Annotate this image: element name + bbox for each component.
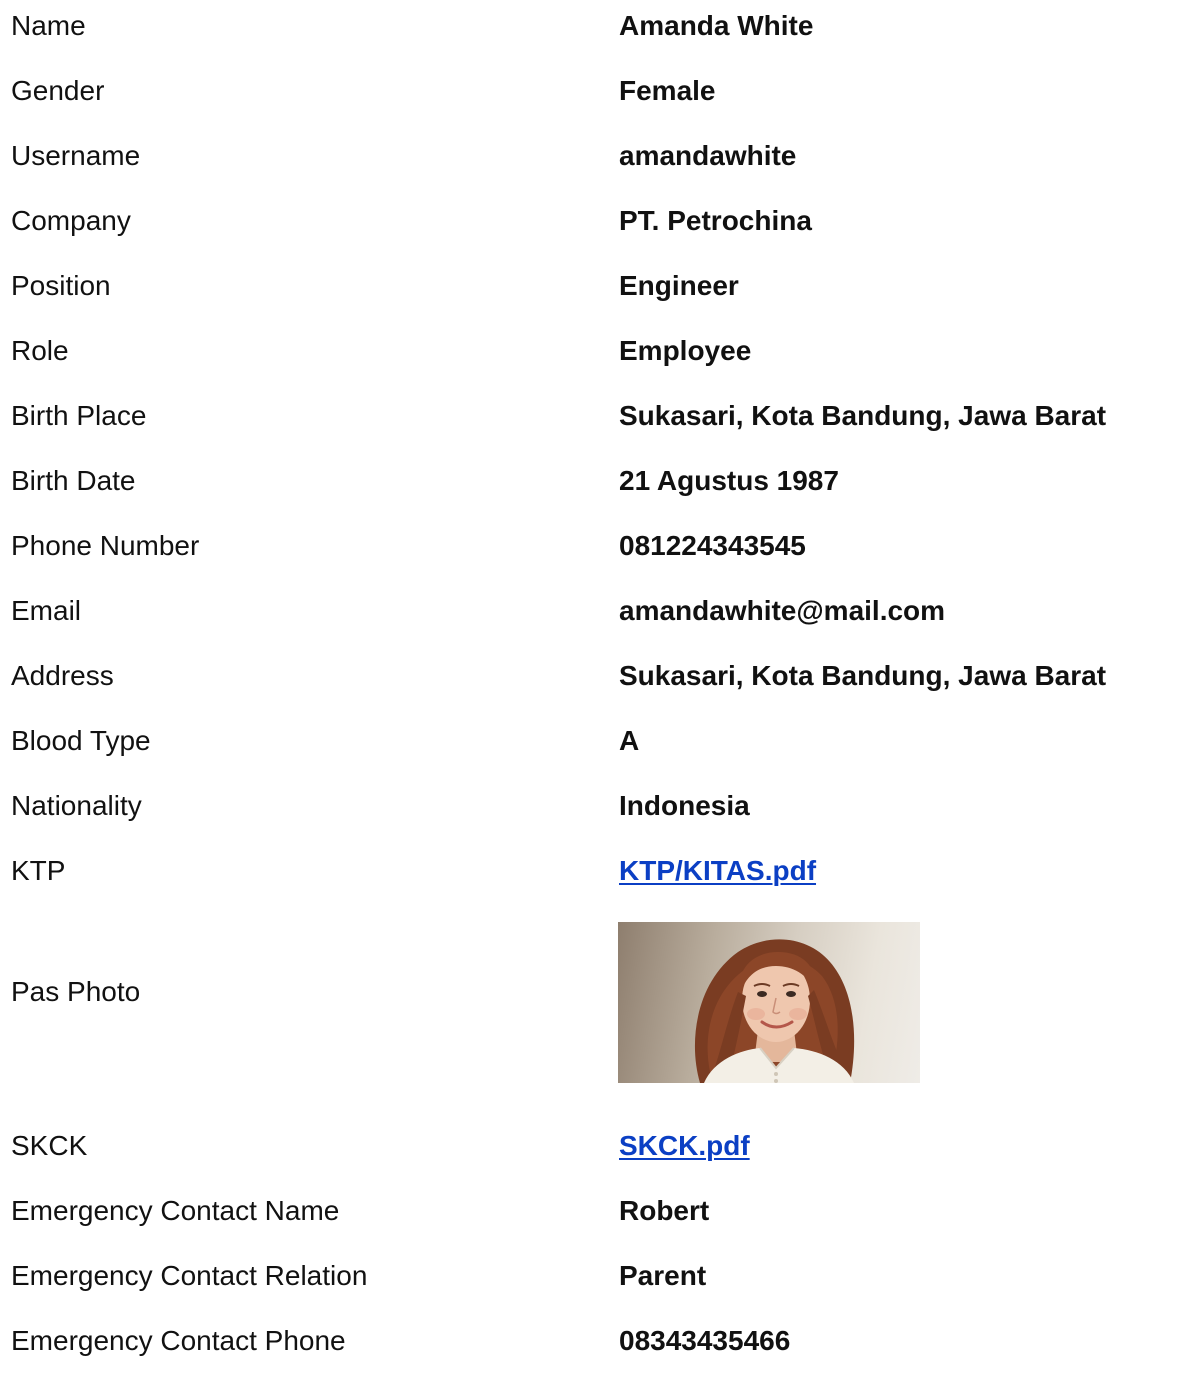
detail-row-company: Company PT. Petrochina [11, 195, 1180, 260]
birth-place-value: Sukasari, Kota Bandung, Jawa Barat [619, 400, 1107, 431]
position-label: Position [11, 270, 111, 301]
detail-row-pas-photo: Pas Photo [11, 910, 1180, 1120]
nationality-value: Indonesia [619, 790, 750, 821]
detail-row-blood-type: Blood Type A [11, 715, 1180, 780]
detail-row-username: Username amandawhite [11, 130, 1180, 195]
emergency-contact-relation-value: Parent [619, 1260, 707, 1291]
role-label: Role [11, 335, 69, 366]
blood-type-label: Blood Type [11, 725, 151, 756]
role-value: Employee [619, 335, 752, 366]
detail-row-skck: SKCK SKCK.pdf [11, 1120, 1180, 1185]
pas-photo-label: Pas Photo [11, 976, 141, 1007]
skck-label: SKCK [11, 1130, 88, 1161]
detail-row-emergency-contact-relation: Emergency Contact Relation Parent [11, 1250, 1180, 1315]
detail-row-position: Position Engineer [11, 260, 1180, 325]
detail-row-nationality: Nationality Indonesia [11, 780, 1180, 845]
skck-value: SKCK.pdf [619, 1130, 750, 1162]
birth-place-label: Birth Place [11, 400, 147, 431]
detail-row-phone-number: Phone Number 081224343545 [11, 520, 1180, 585]
company-value: PT. Petrochina [619, 205, 812, 236]
address-value: Sukasari, Kota Bandung, Jawa Barat [619, 660, 1107, 691]
pas-photo-image [618, 922, 920, 1083]
gender-label: Gender [11, 75, 105, 106]
ktp-value: KTP/KITAS.pdf [619, 855, 816, 887]
detail-row-birth-date: Birth Date 21 Agustus 1987 [11, 455, 1180, 520]
detail-row-name: Name Amanda White [11, 0, 1180, 65]
emergency-contact-relation-label: Emergency Contact Relation [11, 1260, 368, 1291]
username-value: amandawhite [619, 140, 797, 171]
profile-detail-list: Name Amanda White Gender Female Username… [11, 0, 1180, 1380]
blood-type-value: A [619, 725, 640, 756]
emergency-contact-name-value: Robert [619, 1195, 710, 1226]
ktp-label: KTP [11, 855, 66, 886]
detail-row-ktp: KTP KTP/KITAS.pdf [11, 845, 1180, 910]
emergency-contact-phone-label: Emergency Contact Phone [11, 1325, 346, 1356]
email-value: amandawhite@mail.com [619, 595, 946, 626]
phone-number-label: Phone Number [11, 530, 200, 561]
phone-number-value: 081224343545 [619, 530, 806, 561]
detail-row-role: Role Employee [11, 325, 1180, 390]
address-label: Address [11, 660, 114, 691]
gender-value: Female [619, 75, 716, 106]
detail-row-emergency-contact-name: Emergency Contact Name Robert [11, 1185, 1180, 1250]
name-value: Amanda White [619, 10, 814, 41]
ktp-file-link[interactable]: KTP/KITAS.pdf [619, 855, 816, 886]
email-label: Email [11, 595, 82, 626]
company-label: Company [11, 205, 131, 236]
skck-file-link[interactable]: SKCK.pdf [619, 1130, 750, 1161]
name-label: Name [11, 10, 86, 41]
emergency-contact-name-label: Emergency Contact Name [11, 1195, 340, 1226]
detail-row-birth-place: Birth Place Sukasari, Kota Bandung, Jawa… [11, 390, 1180, 455]
detail-row-emergency-contact-phone: Emergency Contact Phone 08343435466 [11, 1315, 1180, 1380]
position-value: Engineer [619, 270, 739, 301]
emergency-contact-phone-value: 08343435466 [619, 1325, 791, 1356]
detail-row-email: Email amandawhite@mail.com [11, 585, 1180, 650]
nationality-label: Nationality [11, 790, 142, 821]
detail-row-address: Address Sukasari, Kota Bandung, Jawa Bar… [11, 650, 1180, 715]
detail-row-gender: Gender Female [11, 65, 1180, 130]
portrait-illustration [694, 939, 855, 1083]
birth-date-label: Birth Date [11, 465, 136, 496]
username-label: Username [11, 140, 141, 171]
birth-date-value: 21 Agustus 1987 [619, 465, 839, 496]
